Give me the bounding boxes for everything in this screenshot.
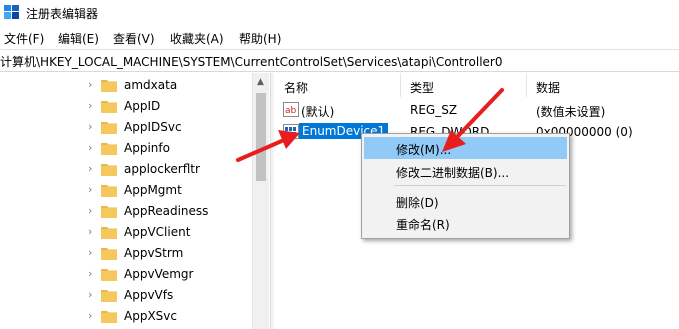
tree-item-label[interactable]: AppXSvc	[124, 309, 177, 323]
menu-help[interactable]: 帮助(H)	[239, 30, 281, 47]
title-bar: 注册表编辑器	[0, 0, 679, 26]
tree-item[interactable]: › AppVClient	[0, 222, 252, 243]
column-header-type[interactable]: 类型	[401, 73, 527, 97]
tree-item[interactable]: › AppvVemgr	[0, 264, 252, 285]
tree-item[interactable]: › AppIDSvc	[0, 117, 252, 138]
tree-item-label[interactable]: AppIDSvc	[124, 120, 182, 134]
folder-icon	[101, 143, 117, 155]
svg-text:ab: ab	[285, 106, 297, 116]
chevron-right-icon[interactable]: ›	[88, 289, 100, 301]
chevron-right-icon[interactable]: ›	[88, 310, 100, 322]
tree-item-label[interactable]: AppvStrm	[124, 246, 183, 260]
tree-item[interactable]: › AppReadiness	[0, 201, 252, 222]
menu-bar: 文件(F) 编辑(E) 查看(V) 收藏夹(A) 帮助(H)	[0, 26, 679, 48]
chevron-right-icon[interactable]: ›	[88, 205, 100, 217]
key-tree[interactable]: › amdxata › AppID › AppIDSvc › Appinfo ›…	[0, 73, 270, 329]
tree-item-label[interactable]: AppMgmt	[124, 183, 182, 197]
folder-icon	[101, 248, 117, 260]
pane-splitter[interactable]	[270, 73, 274, 329]
scroll-thumb[interactable]	[256, 93, 266, 181]
folder-icon	[101, 206, 117, 218]
chevron-right-icon[interactable]: ›	[88, 100, 100, 112]
tree-item-label[interactable]: AppvVfs	[124, 288, 173, 302]
tree-item[interactable]: › amdxata	[0, 75, 252, 96]
binary-value-icon	[283, 124, 299, 139]
context-menu: 修改(M)... 修改二进制数据(B)... 删除(D) 重命名(R)	[361, 133, 570, 239]
chevron-right-icon[interactable]: ›	[88, 247, 100, 259]
folder-icon	[101, 80, 117, 92]
chevron-right-icon[interactable]: ›	[88, 268, 100, 280]
chevron-right-icon[interactable]: ›	[88, 226, 100, 238]
context-menu-separator	[394, 185, 566, 186]
context-menu-modify-binary[interactable]: 修改二进制数据(B)...	[364, 160, 567, 182]
value-type: REG_SZ	[410, 103, 458, 117]
context-menu-delete[interactable]: 删除(D)	[364, 190, 567, 212]
window-title: 注册表编辑器	[26, 7, 99, 21]
column-header-data[interactable]: 数据	[527, 73, 679, 97]
string-value-icon: ab	[283, 102, 299, 117]
folder-icon	[101, 185, 117, 197]
address-bar[interactable]: 计算机\HKEY_LOCAL_MACHINE\SYSTEM\CurrentCon…	[0, 49, 679, 72]
menu-file[interactable]: 文件(F)	[4, 30, 44, 47]
tree-item-label[interactable]: Appinfo	[124, 141, 170, 155]
chevron-right-icon[interactable]: ›	[88, 142, 100, 154]
regedit-icon	[4, 5, 19, 19]
tree-item-label[interactable]: AppVClient	[124, 225, 190, 239]
address-path[interactable]: 计算机\HKEY_LOCAL_MACHINE\SYSTEM\CurrentCon…	[0, 53, 503, 70]
chevron-right-icon[interactable]: ›	[88, 121, 100, 133]
column-header-name[interactable]: 名称	[275, 73, 401, 97]
context-menu-modify[interactable]: 修改(M)...	[364, 137, 567, 159]
tree-item-label[interactable]: AppvVemgr	[124, 267, 193, 281]
tree-scrollbar[interactable]: ▲	[252, 73, 269, 329]
tree-item[interactable]: › AppvStrm	[0, 243, 252, 264]
value-data: (数值未设置)	[536, 105, 606, 119]
value-name[interactable]: (默认)	[301, 103, 334, 120]
folder-icon	[101, 227, 117, 239]
tree-item-label[interactable]: applockerfltr	[124, 162, 200, 176]
tree-item-label[interactable]: amdxata	[124, 78, 177, 92]
folder-icon	[101, 311, 117, 323]
folder-icon	[101, 122, 117, 134]
menu-favorites[interactable]: 收藏夹(A)	[170, 30, 224, 47]
menu-view[interactable]: 查看(V)	[113, 30, 155, 47]
list-row[interactable]: ab (默认) REG_SZ (数值未设置)	[275, 99, 679, 121]
menu-edit[interactable]: 编辑(E)	[58, 30, 99, 47]
tree-item[interactable]: › AppMgmt	[0, 180, 252, 201]
chevron-right-icon[interactable]: ›	[88, 79, 100, 91]
chevron-right-icon[interactable]: ›	[88, 184, 100, 196]
tree-item[interactable]: › AppID	[0, 96, 252, 117]
folder-icon	[101, 290, 117, 302]
folder-icon	[101, 164, 117, 176]
tree-item-label[interactable]: AppID	[124, 99, 160, 113]
scroll-up-arrow-icon[interactable]: ▲	[257, 77, 264, 87]
tree-item[interactable]: › AppvVfs	[0, 285, 252, 306]
tree-item[interactable]: › AppXSvc	[0, 306, 252, 327]
folder-icon	[101, 101, 117, 113]
context-menu-rename[interactable]: 重命名(R)	[364, 212, 567, 234]
tree-item-label[interactable]: AppReadiness	[124, 204, 208, 218]
chevron-right-icon[interactable]: ›	[88, 163, 100, 175]
tree-item[interactable]: › applockerfltr	[0, 159, 252, 180]
tree-item[interactable]: › Appinfo	[0, 138, 252, 159]
folder-icon	[101, 269, 117, 281]
